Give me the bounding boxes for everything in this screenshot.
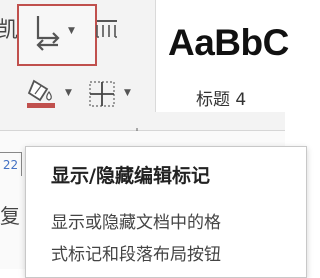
show-formatting-marks-icon[interactable] [28,14,68,54]
tooltip-title: 显示/隐藏编辑标记 [51,165,210,187]
dialog-launcher-icon[interactable] [130,120,138,135]
tooltip-description: 显示或隐藏文档中的格 式标记和段落布局按钮 [51,207,291,271]
tooltip-description-line: 式标记和段落布局按钮 [51,245,221,265]
columns-icon[interactable] [95,18,119,40]
tooltip: 显示/隐藏编辑标记 显示或隐藏文档中的格 式标记和段落布局按钮 [25,146,307,278]
tooltip-description-line: 显示或隐藏文档中的格 [51,213,221,233]
chevron-down-icon[interactable]: ▼ [124,88,131,98]
chevron-down-icon[interactable]: ▼ [68,26,75,36]
style-name: 标题 4 [196,90,247,110]
ribbon-left-fragment: 凯 [0,18,19,43]
ruler-number: 22 [0,152,22,176]
style-sample: AaBbC [168,22,289,63]
chevron-down-icon[interactable]: ▼ [65,88,72,98]
borders-icon[interactable] [88,80,116,108]
style-gallery-item[interactable]: AaBbC 标题 4 [155,0,296,112]
document-text: 复 [0,204,20,228]
paint-bucket-icon[interactable] [25,76,59,110]
